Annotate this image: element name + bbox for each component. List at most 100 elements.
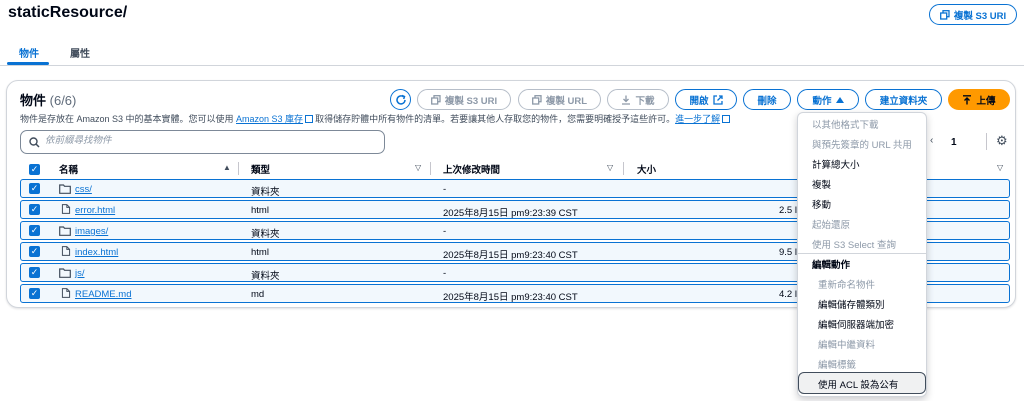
column-divider [238, 162, 239, 175]
sort-ascending-icon[interactable]: ▲ [223, 163, 231, 172]
prev-page-icon[interactable]: ‹ [930, 135, 933, 146]
refresh-icon [395, 94, 406, 105]
copy-s3-uri-button[interactable]: 複製 S3 URI [417, 89, 511, 110]
object-name-link[interactable]: css/ [75, 184, 92, 195]
search-icon [29, 137, 40, 148]
copy-icon [939, 9, 950, 20]
desc-text-1: 物件是存放在 Amazon S3 中的基本實體。您可以使用 [20, 114, 237, 124]
menu-item-edit-tags[interactable]: 編輯標籤 [818, 357, 856, 371]
sort-icon[interactable]: ▽ [415, 163, 421, 172]
copy-url-button[interactable]: 複製 URL [518, 89, 601, 110]
object-modified: - [443, 268, 447, 279]
s3-inventory-link[interactable]: Amazon S3 庫存 [236, 114, 303, 124]
row-checkbox[interactable]: ✓ [29, 225, 40, 236]
menu-item-download-as[interactable]: 以其他格式下載 [812, 117, 879, 131]
object-type: html [251, 247, 269, 258]
menu-item-share-presigned-url[interactable]: 與預先簽章的 URL 共用 [812, 137, 912, 151]
menu-item-copy[interactable]: 複製 [812, 177, 831, 191]
column-header-type[interactable]: 類型 [251, 162, 270, 176]
upload-label: 上傳 [976, 95, 996, 107]
current-page[interactable]: 1 [951, 137, 957, 148]
folder-icon [59, 184, 71, 194]
file-icon [61, 246, 71, 256]
object-name-link[interactable]: index.html [75, 247, 118, 258]
menu-item-edit-storage-class[interactable]: 編輯儲存體類別 [818, 297, 885, 311]
row-checkbox[interactable]: ✓ [29, 183, 40, 194]
actions-button[interactable]: 動作 [797, 89, 859, 110]
actions-label: 動作 [812, 95, 832, 107]
menu-item-initiate-restore[interactable]: 起始還原 [812, 217, 850, 231]
desc-text-2: 取得儲存貯體中所有物件的清單。若要讓其他人存取您的物件，您需要明確授予這些許可。 [315, 114, 676, 124]
tab-objects[interactable]: 物件 [19, 45, 39, 60]
row-checkbox[interactable]: ✓ [29, 246, 40, 257]
object-modified: - [443, 226, 447, 237]
object-name-link[interactable]: images/ [75, 226, 108, 237]
objects-title-text: 物件 [20, 93, 47, 108]
row-checkbox[interactable]: ✓ [29, 204, 40, 215]
object-name-link[interactable]: js/ [75, 268, 85, 279]
learn-more-link[interactable]: 進一步了解 [675, 114, 720, 124]
object-name-link[interactable]: error.html [75, 205, 115, 216]
settings-icon[interactable]: ⚙ [996, 133, 1008, 149]
download-button[interactable]: 下載 [607, 89, 669, 110]
column-header-size[interactable]: 大小 [637, 162, 656, 176]
upload-icon [963, 94, 972, 104]
object-type: 資料夾 [251, 229, 280, 240]
external-link-icon [305, 115, 314, 123]
menu-item-make-public-acl[interactable]: 使用 ACL 設為公有 [818, 377, 898, 391]
object-size: 9.5 l [779, 247, 797, 258]
folder-icon [59, 268, 71, 278]
create-folder-button[interactable]: 建立資料夾 [865, 89, 942, 110]
object-modified: - [443, 184, 447, 195]
object-type: html [251, 205, 269, 216]
object-modified: 2025年8月15日 pm9:23:39 CST [443, 208, 578, 219]
object-modified: 2025年8月15日 pm9:23:40 CST [443, 250, 578, 261]
delete-button[interactable]: 刪除 [743, 89, 791, 110]
column-divider [623, 162, 624, 175]
open-label: 開啟 [689, 95, 709, 107]
tab-properties[interactable]: 屬性 [70, 45, 90, 60]
object-type: md [251, 289, 265, 300]
header-copy-s3-uri-label: 複製 S3 URI [953, 10, 1007, 22]
create-folder-label: 建立資料夾 [879, 95, 928, 107]
object-type: 資料夾 [251, 271, 280, 282]
copy-url-label: 複製 URL [545, 95, 588, 107]
open-button[interactable]: 開啟 [675, 89, 737, 110]
caret-up-icon [835, 96, 844, 103]
menu-item-edit-metadata[interactable]: 編輯中繼資料 [818, 337, 875, 351]
refresh-button[interactable] [390, 89, 411, 110]
row-checkbox[interactable]: ✓ [29, 267, 40, 278]
actions-menu: 以其他格式下載 與預先簽章的 URL 共用 計算總大小 複製 移動 起始還原 使… [797, 112, 927, 397]
menu-item-edit-encryption[interactable]: 編輯伺服器端加密 [818, 317, 894, 331]
menu-group-edit-actions: 編輯動作 [812, 260, 851, 271]
header-copy-s3-uri-button[interactable]: 複製 S3 URI [929, 4, 1017, 25]
copy-s3-uri-label: 複製 S3 URI [444, 95, 498, 107]
search-input[interactable] [45, 135, 365, 146]
column-header-name[interactable]: 名稱 [59, 162, 78, 176]
upload-button[interactable]: 上傳 [948, 89, 1010, 110]
menu-item-calculate-total-size[interactable]: 計算總大小 [812, 157, 860, 171]
sort-icon[interactable]: ▽ [607, 163, 613, 172]
objects-description: 物件是存放在 Amazon S3 中的基本實體。您可以使用 Amazon S3 … [20, 112, 732, 125]
column-divider [430, 162, 431, 175]
active-tab-indicator [7, 62, 49, 65]
row-checkbox[interactable]: ✓ [29, 288, 40, 299]
copy-icon [531, 94, 542, 105]
object-modified: 2025年8月15日 pm9:23:40 CST [443, 292, 578, 303]
objects-panel-title: 物件 (6/6) [20, 90, 76, 109]
object-size: 2.5 l [779, 205, 797, 216]
page-title: staticResource/ [8, 4, 128, 21]
menu-item-move[interactable]: 移動 [812, 197, 831, 211]
search-box [20, 130, 385, 154]
folder-icon [59, 226, 71, 236]
objects-count: (6/6) [49, 93, 77, 108]
object-name-link[interactable]: README.md [75, 289, 131, 300]
menu-divider [798, 253, 926, 254]
select-all-checkbox[interactable]: ✓ [29, 164, 40, 175]
download-label: 下載 [635, 95, 655, 107]
sort-icon[interactable]: ▽ [997, 163, 1003, 172]
menu-item-s3-select[interactable]: 使用 S3 Select 查詢 [812, 237, 896, 251]
column-header-modified[interactable]: 上次修改時間 [443, 162, 500, 176]
menu-item-rename[interactable]: 重新命名物件 [818, 277, 875, 291]
tab-bar: 物件 屬性 [0, 36, 1024, 66]
